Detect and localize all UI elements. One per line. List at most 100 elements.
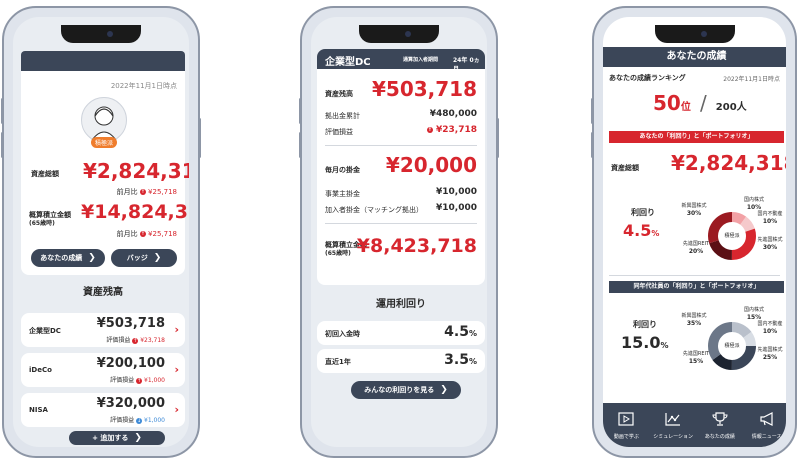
results-button[interactable]: あなたの成績 ❯ bbox=[31, 249, 105, 267]
gain-value: ¥1,000 bbox=[144, 417, 165, 424]
donut-label: 先進国REIT 20% bbox=[679, 241, 713, 255]
person-icon bbox=[91, 106, 117, 141]
you-yield-value: 4.5 bbox=[623, 221, 652, 240]
yield-value: 3.5 bbox=[444, 352, 469, 368]
balance-value: ¥503,718 bbox=[371, 77, 477, 101]
projected-age: (65歳時) bbox=[29, 220, 55, 227]
account-name: 企業型DC bbox=[29, 327, 61, 335]
segment-label: 国内不動産 bbox=[757, 211, 783, 217]
segment-label: 先進国株式 bbox=[757, 347, 783, 353]
nav-label: 動画で学ぶ bbox=[613, 433, 639, 440]
gain-value-wrap: ↑ ¥23,718 bbox=[426, 125, 477, 135]
projected-age: (65歳時) bbox=[325, 250, 351, 257]
gain-value: ¥23,718 bbox=[436, 125, 477, 135]
account-card[interactable]: 企業型DC ¥503,718 評価損益 ↑ ¥23,718 › bbox=[21, 313, 185, 347]
section-title: 資産残高 bbox=[83, 287, 123, 298]
as-of-date: 2022年11月1日時点 bbox=[723, 76, 780, 83]
side-button bbox=[1, 132, 4, 158]
peer-yield-unit: % bbox=[660, 341, 669, 350]
account-gain: 評価損益 ↑ ¥1,000 bbox=[110, 375, 165, 384]
yield-value: 4.5 bbox=[444, 324, 469, 340]
avatar-badge: 積極派 bbox=[91, 137, 118, 148]
section-divider bbox=[609, 275, 780, 276]
notch bbox=[61, 25, 141, 43]
phone-results: あなたの成績 あなたの成績ランキング 2022年11月1日時点 50位 / 20… bbox=[591, 6, 797, 458]
nav-item[interactable]: あなたの成績 bbox=[697, 403, 744, 447]
chevron-right-icon: › bbox=[174, 363, 179, 376]
account-card[interactable]: iDeCo ¥200,100 評価損益 ↑ ¥1,000 › bbox=[21, 353, 185, 387]
segment-value: 25% bbox=[762, 354, 778, 361]
banner-peers-text: 同年代社員の「利回り」と「ポートフォリオ」 bbox=[633, 283, 760, 290]
yield-unit: % bbox=[468, 357, 477, 366]
total-assets-label: 資産総額 bbox=[611, 164, 639, 172]
donut-label: 国内株式 15% bbox=[737, 307, 771, 321]
nav-item[interactable]: 動画で学ぶ bbox=[603, 403, 650, 447]
employer-value: ¥10,000 bbox=[436, 187, 477, 197]
total-assets-label: 資産総額 bbox=[31, 170, 59, 178]
add-account-button[interactable]: + 追加する ❯ bbox=[69, 431, 165, 445]
gain-value: ¥1,000 bbox=[144, 377, 165, 384]
trophy-icon bbox=[712, 411, 728, 430]
up-arrow-icon: ↑ bbox=[139, 189, 146, 195]
ranking-label: あなたの成績ランキング bbox=[609, 74, 686, 82]
segment-value: 15% bbox=[688, 358, 704, 365]
you-yield-unit: % bbox=[651, 229, 660, 238]
segment-label: 新興国株式 bbox=[681, 313, 707, 319]
nav-label: シミュレーション bbox=[653, 433, 694, 440]
donut-you-center: 積極派 bbox=[724, 233, 740, 239]
yield-row: 初回入金時 4.5% bbox=[317, 321, 485, 345]
donut-label: 国内株式 10% bbox=[737, 197, 771, 211]
account-name: NISA bbox=[29, 406, 48, 414]
peer-yield-wrap: 15.0% bbox=[621, 333, 669, 352]
banner-you: あなたの「利回り」と「ポートフォリオ」 bbox=[609, 131, 784, 143]
segment-value: 15% bbox=[746, 314, 762, 321]
segment-label: 国内株式 bbox=[743, 197, 764, 203]
peer-yield-value: 15.0 bbox=[621, 333, 661, 352]
projected-value: ¥14,824,318 bbox=[81, 201, 189, 223]
see-all-yields-button[interactable]: みんなの利回りを見る ❯ bbox=[351, 381, 461, 399]
member-label: 加入者掛金（マッチング拠出） bbox=[325, 206, 423, 214]
peer-yield-label: 利回り bbox=[633, 320, 657, 329]
period-value: 24年 0ヵ月 bbox=[453, 57, 480, 73]
banner-peers: 同年代社員の「利回り」と「ポートフォリオ」 bbox=[609, 281, 784, 293]
nav-item[interactable]: 情報ニュース bbox=[743, 403, 786, 447]
badge-button-label: バッジ bbox=[126, 254, 148, 262]
yield-label: 初回入金時 bbox=[325, 330, 360, 338]
rank-display: 50位 / 200人 bbox=[653, 91, 747, 115]
segment-label: 新興国株式 bbox=[681, 203, 707, 209]
change-label: 前月比 bbox=[116, 230, 138, 238]
bottom-nav: 動画で学ぶ シミュレーション あなたの成績 情報ニュース bbox=[603, 403, 786, 447]
nav-item[interactable]: シミュレーション bbox=[650, 403, 697, 447]
yield-label: 直近1年 bbox=[325, 358, 351, 366]
results-button-label: あなたの成績 bbox=[40, 254, 83, 262]
total-assets-value: ¥2,824,318 bbox=[671, 151, 786, 175]
chevron-right-icon: ❯ bbox=[153, 253, 162, 263]
total-assets-value: ¥2,824,318 bbox=[83, 159, 189, 183]
chevron-right-icon: ❯ bbox=[440, 385, 448, 395]
rank-total: 200人 bbox=[715, 102, 747, 113]
add-button-label: + 追加する bbox=[92, 434, 129, 442]
chevron-right-icon: › bbox=[174, 403, 179, 416]
screen: 2022年11月1日時点 積極派 資産総額 ¥2,824,318 前月比 ↑ ¥… bbox=[13, 17, 189, 447]
donut-label: 国内不動産 10% bbox=[753, 321, 786, 335]
yield-title: 運用利回り bbox=[376, 299, 426, 310]
monthly-value: ¥20,000 bbox=[385, 153, 477, 177]
donut-label: 先進国株式 30% bbox=[753, 237, 786, 251]
you-yield-label: 利回り bbox=[631, 208, 655, 217]
nav-label: あなたの成績 bbox=[704, 433, 735, 440]
banner-you-text: あなたの「利回り」と「ポートフォリオ」 bbox=[639, 133, 754, 140]
account-gain: 評価損益 ↑ ¥23,718 bbox=[106, 335, 165, 344]
side-button bbox=[299, 98, 302, 124]
badge-button[interactable]: バッジ ❯ bbox=[111, 249, 177, 267]
account-card[interactable]: NISA ¥320,000 評価損益 ↓ ¥1,000 › bbox=[21, 393, 185, 427]
donut-label: 国内不動産 10% bbox=[753, 211, 786, 225]
dc-card: 企業型DC 通算加入者期間 24年 0ヵ月 資産残高 ¥503,718 拠出金累… bbox=[317, 49, 485, 285]
account-name: iDeCo bbox=[29, 366, 52, 374]
rank-unit: 位 bbox=[680, 102, 691, 113]
segment-label: 国内不動産 bbox=[757, 321, 783, 327]
side-button bbox=[496, 118, 499, 158]
segment-value: 10% bbox=[762, 218, 778, 225]
divider bbox=[325, 223, 477, 224]
chevron-right-icon: ❯ bbox=[134, 433, 142, 443]
segment-value: 35% bbox=[686, 320, 702, 327]
